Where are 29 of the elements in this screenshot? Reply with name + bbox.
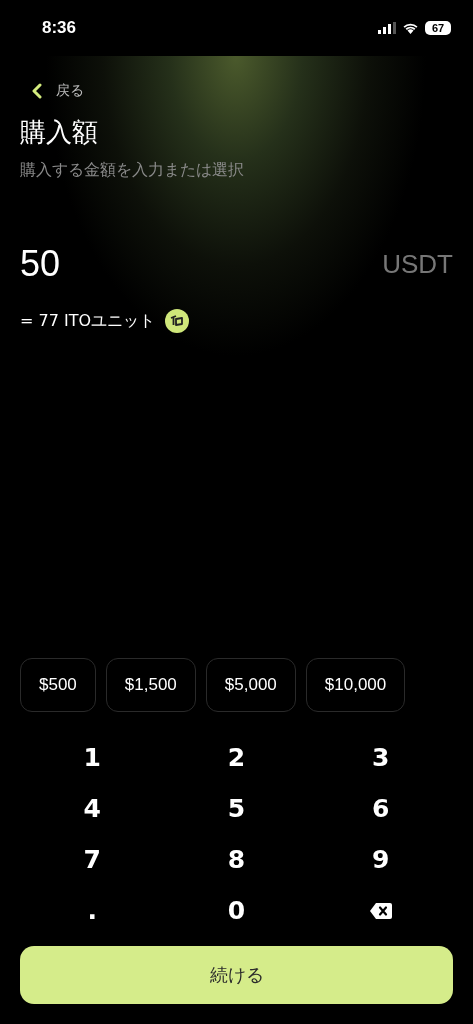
signal-icon [378,22,396,34]
amount-preset-button[interactable]: $5,000 [205,658,296,712]
keypad-key[interactable]: 1 [52,734,133,781]
keypad-key[interactable]: 8 [196,836,277,883]
keypad-key[interactable]: 5 [196,785,277,832]
keypad-key[interactable]: 3 [340,734,421,781]
back-button[interactable]: 戻る [32,82,84,100]
keypad-key[interactable]: 6 [340,785,421,832]
backspace-icon [368,901,393,920]
wifi-icon [402,22,419,34]
keypad-key[interactable]: 7 [52,836,133,883]
keypad-key[interactable]: 4 [52,785,133,832]
token-icon [165,309,190,333]
keypad-key[interactable]: 9 [340,836,421,883]
keypad-key[interactable]: . [52,887,133,934]
keypad-key[interactable]: 0 [196,887,277,934]
page-subtitle: 購入する金額を入力または選択 [20,160,245,181]
battery-indicator: 67 [425,21,451,35]
continue-button[interactable]: 続ける [20,946,453,1004]
page-title: 購入額 [20,116,99,149]
amount-preset-button[interactable]: $1,500 [105,658,196,712]
amount-value: 50 [20,243,61,285]
amount-preset-button[interactable]: $10,000 [305,658,406,712]
keypad-key[interactable]: 2 [196,734,277,781]
amount-preset-button[interactable]: $500 [20,658,96,712]
chevron-left-icon [32,83,42,99]
conversion-text: = 77 ITOユニット [20,310,156,332]
currency-label: USDT [382,248,453,280]
clock: 8:36 [42,18,77,38]
